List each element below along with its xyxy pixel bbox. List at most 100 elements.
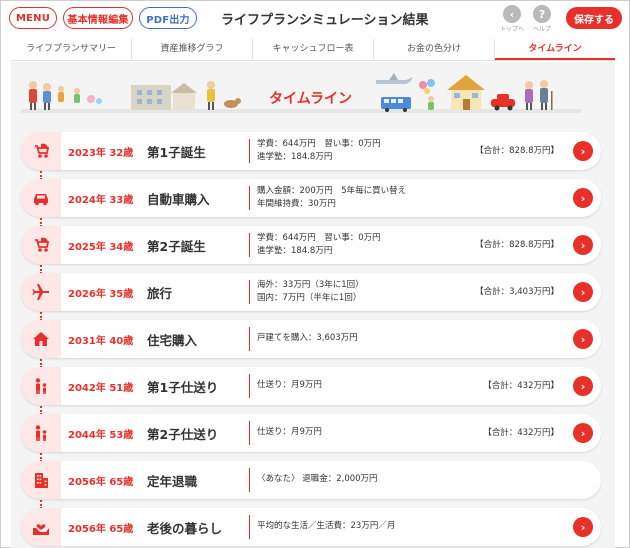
event-detail-line: 進学塾：184.8万円 bbox=[257, 152, 333, 162]
app-window: MENU 基本情報編集 PDF出力 ライフプランシミュレーション結果 ‹ トップ… bbox=[0, 0, 630, 548]
event-title: 自動車購入 bbox=[147, 192, 210, 207]
event-year-age: 2026年 35歳 bbox=[68, 289, 134, 300]
event-total: 【合計：828.8万円】 bbox=[475, 240, 559, 250]
row-icon-cell bbox=[21, 508, 61, 546]
timeline-row: 2056年 65歳 定年退職 〈あなた〉 退職金：2,000万円 bbox=[21, 461, 601, 499]
airplane-illustration-icon bbox=[376, 73, 413, 84]
building-icon bbox=[35, 473, 48, 488]
balloons-illustration-icon bbox=[419, 79, 435, 110]
event-title: 第2子誕生 bbox=[147, 239, 206, 254]
event-year-age: 2024年 33歳 bbox=[68, 195, 134, 206]
header-bar: MENU 基本情報編集 PDF出力 ライフプランシミュレーション結果 ‹ トップ… bbox=[1, 1, 629, 37]
help-label: ヘルプ bbox=[532, 26, 551, 33]
row-detail-arrow-button[interactable]: › bbox=[573, 141, 593, 161]
row-divider bbox=[249, 515, 250, 539]
save-button[interactable]: 保存する bbox=[566, 7, 622, 29]
tab-timeline[interactable]: タイムライン bbox=[495, 39, 615, 60]
tab-cashflow-table[interactable]: キャッシュフロー表 bbox=[253, 39, 374, 60]
row-icon-cell bbox=[21, 273, 61, 311]
event-detail-line: 進学塾：184.8万円 bbox=[257, 246, 333, 256]
event-detail-line: 学費：644万円 習い事：0万円 bbox=[257, 233, 381, 243]
page-title: ライフプランシミュレーション結果 bbox=[221, 13, 429, 28]
event-total: 【合計：432万円】 bbox=[483, 381, 559, 391]
row-detail-arrow-button[interactable]: › bbox=[573, 517, 593, 537]
banner-title: タイムライン bbox=[269, 91, 353, 107]
event-detail-line: 年間維持費：30万円 bbox=[257, 199, 336, 209]
car-icon bbox=[34, 194, 48, 206]
row-divider bbox=[249, 421, 250, 445]
event-title: 第2子仕送り bbox=[147, 427, 219, 442]
row-detail-arrow-button[interactable]: › bbox=[573, 235, 593, 255]
timeline-row[interactable]: 2056年 65歳 老後の暮らし 平均的な生活／生活費：23万円／月 › bbox=[21, 508, 601, 546]
parent-child-icon bbox=[35, 425, 47, 441]
row-icon-cell bbox=[21, 414, 61, 452]
row-detail-arrow-button[interactable]: › bbox=[573, 329, 593, 349]
elderly-couple-illustration-icon bbox=[525, 80, 553, 110]
row-icon-cell bbox=[21, 179, 61, 217]
event-year-age: 2044年 53歳 bbox=[68, 430, 134, 441]
timeline-row[interactable]: 2031年 40歳 住宅購入 戸建てを購入：3,603万円 › bbox=[21, 320, 601, 358]
row-divider bbox=[249, 468, 250, 492]
row-divider bbox=[249, 186, 250, 210]
row-detail-arrow-button[interactable]: › bbox=[573, 376, 593, 396]
buildings-illustration-icon bbox=[131, 83, 197, 110]
row-icon-cell bbox=[21, 367, 61, 405]
row-detail-arrow-button[interactable]: › bbox=[573, 423, 593, 443]
back-arrow-icon: ‹ bbox=[503, 5, 521, 23]
event-year-age: 2025年 34歳 bbox=[68, 242, 134, 253]
event-year-age: 2042年 51歳 bbox=[68, 383, 134, 394]
row-divider bbox=[249, 233, 250, 257]
pdf-export-button[interactable]: PDF出力 bbox=[139, 7, 197, 29]
event-detail-line: 仕送り：月9万円 bbox=[257, 427, 322, 437]
timeline-row[interactable]: 2025年 34歳 第2子誕生 学費：644万円 習い事：0万円 進学塾：184… bbox=[21, 226, 601, 264]
timeline-row[interactable]: 2026年 35歳 旅行 海外：33万円（3年に1回） 国内：7万円（半年に1回… bbox=[21, 273, 601, 311]
event-year-age: 2056年 65歳 bbox=[68, 477, 134, 488]
event-detail-line: 平均的な生活／生活費：23万円／月 bbox=[257, 521, 396, 531]
basic-info-edit-button[interactable]: 基本情報編集 bbox=[63, 7, 133, 29]
row-divider bbox=[249, 327, 250, 351]
tab-asset-graph[interactable]: 資産推移グラフ bbox=[132, 39, 253, 60]
timeline-row[interactable]: 2024年 33歳 自動車購入 購入金額：200万円 5年毎に買い替え 年間維持… bbox=[21, 179, 601, 217]
hands-heart-icon bbox=[33, 524, 49, 535]
walking-dog-illustration-icon bbox=[207, 81, 241, 110]
to-top-button[interactable]: ‹ トップへ bbox=[499, 5, 525, 35]
to-top-label: トップへ bbox=[499, 26, 524, 33]
event-total: 【合計：3,403万円】 bbox=[475, 287, 559, 297]
event-year-age: 2023年 32歳 bbox=[68, 148, 134, 159]
tab-bar: ライフプランサマリー 資産推移グラフ キャッシュフロー表 お金の色分け タイムラ… bbox=[11, 39, 615, 61]
timeline-banner: タイムライン bbox=[21, 71, 581, 119]
event-detail-line: 戸建てを購入：3,603万円 bbox=[257, 333, 358, 343]
event-title: 住宅購入 bbox=[147, 333, 198, 348]
tab-lifeplan-summary[interactable]: ライフプランサマリー bbox=[11, 39, 132, 60]
family-illustration-icon bbox=[29, 81, 102, 110]
event-total: 【合計：828.8万円】 bbox=[475, 146, 559, 156]
help-button[interactable]: ? ヘルプ bbox=[529, 5, 555, 35]
event-detail-line: 購入金額：200万円 5年毎に買い替え bbox=[257, 186, 407, 196]
house-illustration-icon bbox=[447, 75, 485, 110]
row-icon-cell bbox=[21, 132, 61, 170]
help-icon: ? bbox=[533, 5, 551, 23]
event-detail-line: 学費：644万円 習い事：0万円 bbox=[257, 139, 381, 149]
event-detail-line: 国内：7万円（半年に1回） bbox=[257, 293, 362, 303]
event-title: 定年退職 bbox=[147, 474, 198, 489]
timeline-row[interactable]: 2042年 51歳 第1子仕送り 仕送り：月9万円 【合計：432万円】 › bbox=[21, 367, 601, 405]
stroller-icon bbox=[35, 237, 50, 252]
row-icon-cell bbox=[21, 320, 61, 358]
airplane-icon bbox=[32, 284, 49, 300]
timeline-row[interactable]: 2023年 32歳 第1子誕生 学費：644万円 習い事：0万円 進学塾：184… bbox=[21, 132, 601, 170]
timeline-row[interactable]: 2044年 53歳 第2子仕送り 仕送り：月9万円 【合計：432万円】 › bbox=[21, 414, 601, 452]
event-title: 老後の暮らし bbox=[147, 521, 223, 536]
event-total: 【合計：432万円】 bbox=[483, 428, 559, 438]
parent-child-icon bbox=[35, 378, 47, 394]
row-divider bbox=[249, 280, 250, 304]
row-divider bbox=[249, 374, 250, 398]
menu-button[interactable]: MENU bbox=[9, 7, 57, 29]
event-title: 旅行 bbox=[147, 286, 173, 301]
row-detail-arrow-button[interactable]: › bbox=[573, 282, 593, 302]
tab-money-colors[interactable]: お金の色分け bbox=[374, 39, 495, 60]
event-detail-line: 海外：33万円（3年に1回） bbox=[257, 280, 364, 290]
row-detail-arrow-button[interactable]: › bbox=[573, 188, 593, 208]
event-detail-line: 仕送り：月9万円 bbox=[257, 380, 322, 390]
event-detail-line: 〈あなた〉 退職金：2,000万円 bbox=[257, 474, 378, 484]
row-divider bbox=[249, 139, 250, 163]
